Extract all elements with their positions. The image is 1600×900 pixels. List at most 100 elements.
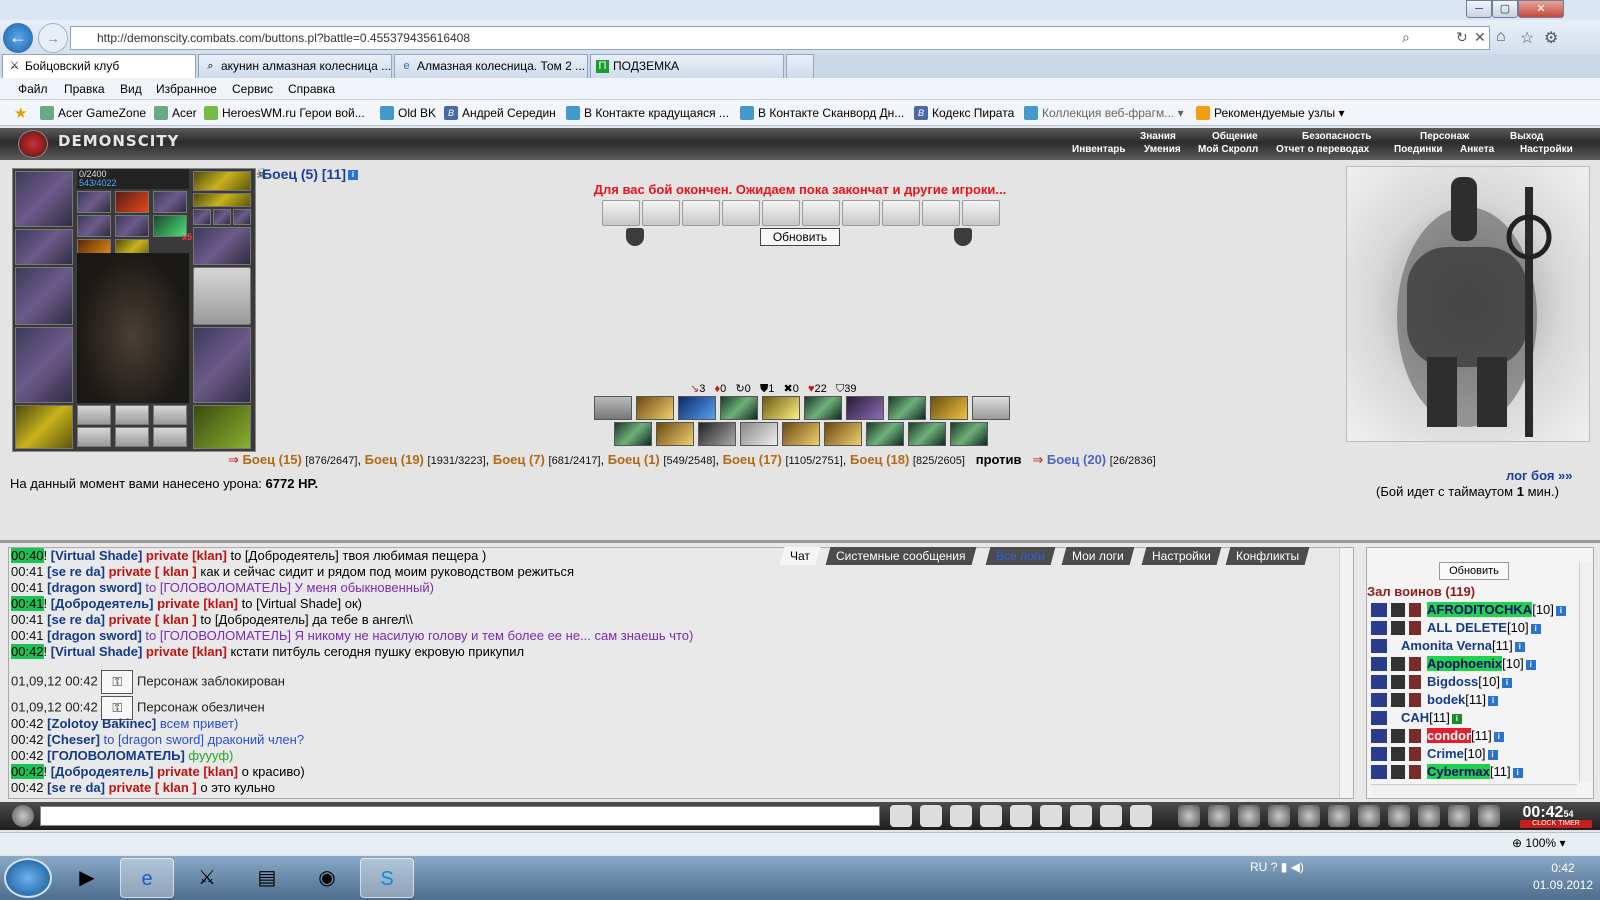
chat-private[interactable]: private [ klan ] xyxy=(109,780,197,795)
back-button[interactable]: ← xyxy=(3,23,33,53)
chat-private[interactable]: private [klan] xyxy=(146,548,227,563)
empty-slot-5[interactable] xyxy=(115,427,149,447)
taskbar-clock[interactable]: 0:42 01.09.2012 xyxy=(1530,860,1596,894)
skill-slot[interactable] xyxy=(804,396,842,420)
filter-icon[interactable] xyxy=(950,805,972,827)
game-logo[interactable]: DEMONSCITY xyxy=(18,130,179,158)
forward-button[interactable]: → xyxy=(38,23,68,53)
skill-slot[interactable] xyxy=(698,422,736,446)
skill-slot[interactable] xyxy=(594,396,632,420)
user-name[interactable]: condor xyxy=(1427,728,1472,743)
skill-slot[interactable] xyxy=(824,422,862,446)
fighter-name[interactable]: Боец (7) xyxy=(493,452,545,467)
tab-all-logs[interactable]: Все логи xyxy=(985,547,1056,565)
fav-old-bk[interactable]: Old BK xyxy=(380,104,436,122)
potion-slot-2[interactable] xyxy=(115,191,149,213)
bracer-slot[interactable] xyxy=(15,229,73,265)
star-icon[interactable]: ☆ xyxy=(1520,28,1534,48)
user-item[interactable]: CAH[11] i xyxy=(1371,710,1462,725)
save-icon[interactable] xyxy=(980,805,1002,827)
chat-nick[interactable]: [Virtual Shade] xyxy=(51,548,143,563)
empty-slot-2[interactable] xyxy=(115,405,149,425)
user-name[interactable]: Crime xyxy=(1427,746,1464,761)
user-name[interactable]: Bigdoss xyxy=(1427,674,1478,689)
empty-slot-3[interactable] xyxy=(153,405,187,425)
fav-andrey[interactable]: B Андрей Середин xyxy=(444,104,556,122)
skill-slot[interactable] xyxy=(908,422,946,446)
nav-exit[interactable]: Выход xyxy=(1510,131,1543,142)
tab-conflicts[interactable]: Конфликты xyxy=(1225,547,1310,565)
skill-slot[interactable] xyxy=(782,422,820,446)
chat-private[interactable]: private [klan] xyxy=(146,644,227,659)
start-button[interactable] xyxy=(4,858,52,898)
chat-private[interactable]: private [ klan ] xyxy=(109,612,197,627)
chat-nick[interactable]: [se re da] xyxy=(47,564,105,579)
people-icon[interactable] xyxy=(1010,805,1032,827)
nav-duels[interactable]: Поединки xyxy=(1394,144,1443,155)
nav-transfers[interactable]: Отчет о переводах xyxy=(1276,144,1369,155)
refresh-users-button[interactable]: Обновить xyxy=(1439,562,1509,580)
skill-slot[interactable] xyxy=(972,396,1010,420)
skype-icon[interactable]: S xyxy=(360,858,414,898)
fighter-name[interactable]: Боец (15) xyxy=(243,452,302,467)
zoom-level[interactable]: ⊕ 100% ▾ xyxy=(1512,836,1565,850)
chat-nick[interactable]: [dragon sword] xyxy=(47,628,142,643)
user-item[interactable]: Crime[10] i xyxy=(1371,746,1498,761)
self-fighter-name[interactable]: Боец (5) [11] i xyxy=(262,166,359,182)
chat-nick[interactable]: [se re da] xyxy=(47,612,105,627)
smile-icon[interactable] xyxy=(1100,805,1122,827)
menu-favorites[interactable]: Избранное xyxy=(156,80,217,98)
ignore-icon[interactable] xyxy=(1130,805,1152,827)
info-icon[interactable]: i xyxy=(1501,677,1512,688)
sound-icon[interactable] xyxy=(1070,805,1092,827)
shield-slot[interactable] xyxy=(193,267,251,325)
chat-time[interactable]: 00:42 xyxy=(11,716,44,731)
battle-log-link[interactable]: лог боя »» xyxy=(1506,468,1573,483)
potion-slot-4[interactable] xyxy=(77,215,111,237)
chat-messages[interactable]: 00:40! [Virtual Shade] private [klan] to… xyxy=(8,547,1354,799)
nav-skills[interactable]: Умения xyxy=(1144,144,1181,155)
user-name[interactable]: AFRODITOCHKA xyxy=(1427,602,1533,617)
chat-nick[interactable]: [se re da] xyxy=(47,780,105,795)
help-icon[interactable]: ? xyxy=(1271,860,1278,874)
chat-nick[interactable]: [Добродеятель] xyxy=(51,764,154,779)
pants-slot[interactable] xyxy=(193,327,251,403)
chat-nick[interactable]: [Cheser] xyxy=(47,732,100,747)
chat-scrollbar[interactable] xyxy=(1339,548,1353,798)
ring-slot-2[interactable] xyxy=(213,209,231,225)
tab-chat-settings[interactable]: Настройки xyxy=(1141,547,1222,565)
belt-slot[interactable] xyxy=(15,405,73,449)
maximize-button[interactable]: ▢ xyxy=(1492,0,1518,18)
user-item[interactable]: Cybermax[11] i xyxy=(1371,764,1523,779)
fav-vk-1[interactable]: В Контакте крадущаяся ... xyxy=(566,104,729,122)
mask-icon[interactable] xyxy=(1328,805,1350,827)
chat-private[interactable]: private [klan] xyxy=(157,596,238,611)
info-icon[interactable]: i xyxy=(1514,641,1525,652)
quest-icon[interactable] xyxy=(1358,805,1380,827)
chat-nick[interactable]: [Добродеятель] xyxy=(51,596,154,611)
chat-nick[interactable]: [Zolotoy Bakinec] xyxy=(47,716,156,731)
chrome-icon[interactable]: ◉ xyxy=(300,858,354,898)
nav-settings[interactable]: Настройки xyxy=(1520,144,1573,155)
fighter-name[interactable]: Боец (19) xyxy=(365,452,424,467)
tab-system-messages[interactable]: Системные сообщения xyxy=(825,547,976,565)
info-icon[interactable]: i xyxy=(1530,623,1541,634)
mail-icon[interactable] xyxy=(1448,805,1470,827)
chat-time[interactable]: 00:42 xyxy=(11,748,44,763)
boots-slot[interactable] xyxy=(193,405,251,449)
chat-private[interactable]: private [klan] xyxy=(157,764,238,779)
ie-taskbar-icon[interactable]: e xyxy=(120,858,174,898)
menu-edit[interactable]: Правка xyxy=(64,80,105,98)
refresh-battle-button[interactable]: Обновить xyxy=(760,228,840,246)
skill-slot[interactable] xyxy=(950,422,988,446)
nav-character[interactable]: Персонаж xyxy=(1420,131,1469,142)
user-item[interactable]: Amonita Verna[11] i xyxy=(1371,638,1525,653)
chat-time[interactable]: 00:41 xyxy=(11,596,44,611)
chat-time[interactable]: 00:41 xyxy=(11,628,44,643)
favorites-star-icon[interactable]: ★ xyxy=(14,104,27,122)
network-icon[interactable]: ▮ xyxy=(1281,860,1288,874)
skill-slot[interactable] xyxy=(930,396,968,420)
helmet-slot[interactable] xyxy=(15,171,73,227)
nav-knowledge[interactable]: Знания xyxy=(1140,131,1176,142)
chat-nick[interactable]: [dragon sword] xyxy=(47,580,142,595)
